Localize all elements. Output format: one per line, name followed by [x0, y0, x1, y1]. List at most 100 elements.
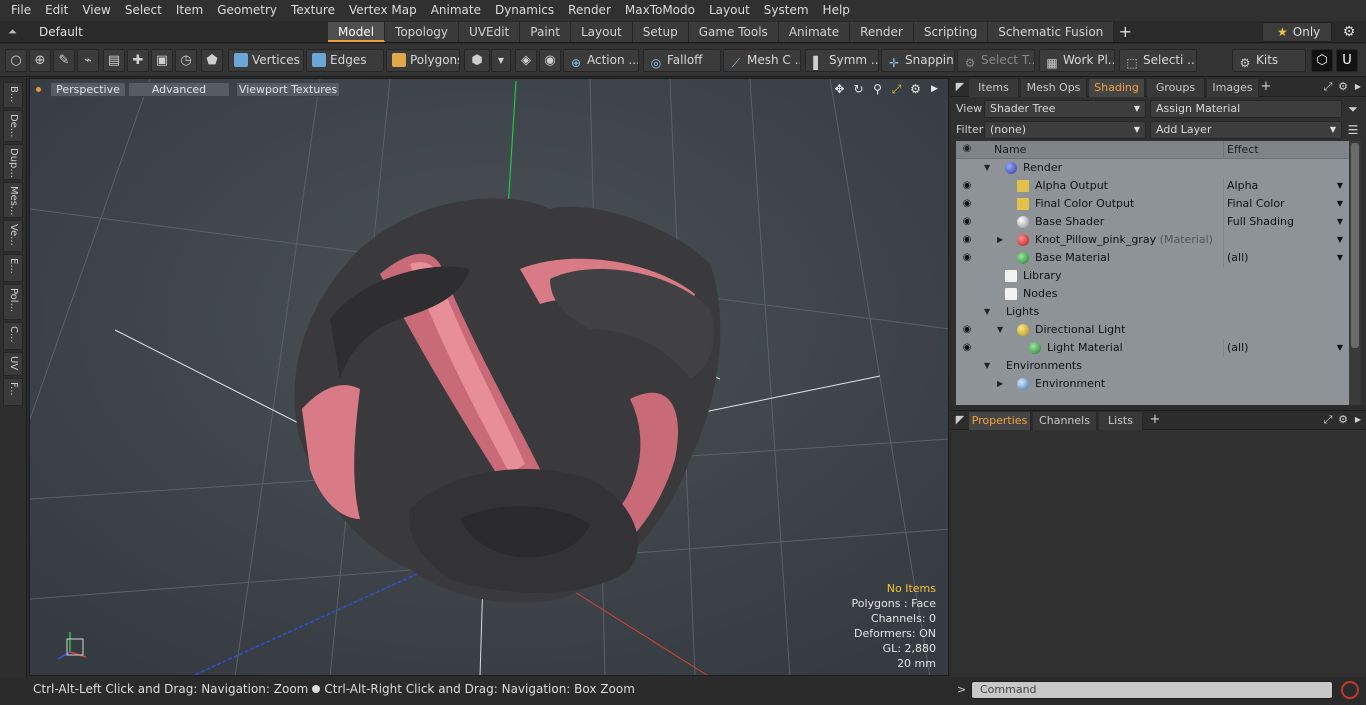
menu-system[interactable]: System [757, 0, 816, 21]
rotate-view-icon[interactable]: ↻ [849, 81, 868, 98]
menu-help[interactable]: Help [816, 0, 857, 21]
tab-groups[interactable]: Groups [1147, 79, 1205, 97]
tree-row-render[interactable]: ▼ Render [956, 159, 1349, 177]
effect-dropdown[interactable]: (all) ▼ [1223, 339, 1349, 357]
funnel-icon[interactable]: ⏷ [1346, 101, 1360, 117]
tab-properties[interactable]: Properties [969, 412, 1031, 430]
eye-icon[interactable]: ◉ [960, 215, 974, 229]
symmetry-button[interactable]: ▌ Symm ... [805, 49, 879, 72]
effect-dropdown[interactable]: (all) ▼ [1223, 249, 1349, 267]
vtab-deform[interactable]: De... [3, 110, 23, 142]
tab-shading[interactable]: Shading [1089, 79, 1145, 97]
menu-maxtomodo[interactable]: MaxToModo [618, 0, 702, 21]
viewport-textures-button[interactable]: Viewport Textures [236, 82, 340, 97]
vtab-curve[interactable]: C... [3, 322, 23, 350]
clock-icon[interactable]: ◷ [175, 49, 197, 72]
tab-mesh-ops[interactable]: Mesh Ops [1021, 79, 1087, 97]
item-mode-icon[interactable]: ⬢ [464, 49, 490, 72]
record-macro-icon[interactable] [1341, 681, 1359, 699]
tree-row-alpha-output[interactable]: ◉ Alpha Output Alpha ▼ [956, 177, 1349, 195]
snapping-button[interactable]: ✛Snapping [881, 49, 955, 72]
vtab-basic[interactable]: B... [3, 82, 23, 108]
edges-button[interactable]: Edges [306, 49, 384, 72]
effect-dropdown[interactable]: ▼ [1223, 231, 1349, 249]
chevron-down-icon[interactable]: ▼ [491, 49, 511, 72]
menu-geometry[interactable]: Geometry [210, 0, 284, 21]
maximize-view-icon[interactable]: ⤢ [887, 81, 906, 98]
tree-row-final-color-output[interactable]: ◉ Final Color Output Final Color ▼ [956, 195, 1349, 213]
tree-row-directional-light[interactable]: ◉ ▼ Directional Light [956, 321, 1349, 339]
polygons-button[interactable]: Polygons [386, 49, 460, 72]
vtab-polygon[interactable]: Pol... [3, 284, 23, 320]
menu-render[interactable]: Render [561, 0, 618, 21]
select-through-button[interactable]: ⚙ Select T... [957, 49, 1035, 72]
work-plane-button[interactable]: ▦ Work Pl... [1039, 49, 1115, 72]
eye-icon[interactable]: ◉ [960, 251, 974, 265]
tab-animate[interactable]: Animate [778, 22, 851, 42]
vtab-fusion[interactable]: F... [3, 378, 23, 406]
eye-icon[interactable]: ◉ [960, 179, 974, 193]
tree-row-base-material[interactable]: ◉ Base Material (all) ▼ [956, 249, 1349, 267]
tab-topology[interactable]: Topology [385, 22, 460, 42]
tab-layout[interactable]: Layout [570, 22, 633, 42]
pen-icon[interactable]: ✎ [53, 49, 75, 72]
expand-right-icon[interactable]: ▶ [997, 231, 1003, 249]
tab-uvedit[interactable]: UVEdit [459, 22, 521, 42]
tree-row-lights[interactable]: ▼ Lights [956, 303, 1349, 321]
only-button[interactable]: ★ Only [1262, 22, 1332, 42]
tab-channels[interactable]: Channels [1033, 412, 1097, 430]
panel-menu-icon[interactable]: ◤ [953, 80, 967, 94]
tree-row-library[interactable]: Library [956, 267, 1349, 285]
menu-texture[interactable]: Texture [284, 0, 342, 21]
tab-render[interactable]: Render [850, 22, 914, 42]
mesh-constraint-button[interactable]: ⟋ Mesh C ... [723, 49, 801, 72]
unreal-icon[interactable]: U [1336, 49, 1358, 72]
eye-icon[interactable]: ◉ [960, 341, 974, 355]
menu-vertex-map[interactable]: Vertex Map [342, 0, 424, 21]
tree-row-base-shader[interactable]: ◉ Base Shader Full Shading ▼ [956, 213, 1349, 231]
tree-row-nodes[interactable]: Nodes [956, 285, 1349, 303]
shader-tree-scrollbar[interactable] [1349, 141, 1361, 405]
frame-icon[interactable]: ▣ [151, 49, 173, 72]
collapse-up-icon[interactable]: ⏶ [8, 25, 20, 39]
tab-lists[interactable]: Lists [1099, 412, 1143, 430]
zoom-view-icon[interactable]: ⚲ [868, 81, 887, 98]
brush-icon[interactable]: ⌁ [77, 49, 99, 72]
tree-row-environment[interactable]: ▶ Environment [956, 375, 1349, 393]
add-tab-icon[interactable]: + [1114, 22, 1136, 42]
snap-sphere-icon[interactable]: ◈ [515, 49, 537, 72]
menu-animate[interactable]: Animate [424, 0, 488, 21]
assign-material-button[interactable]: Assign Material [1150, 100, 1342, 118]
panel-arrow-icon[interactable]: ▶ [1351, 80, 1365, 94]
tab-images[interactable]: Images [1207, 79, 1259, 97]
effect-dropdown[interactable]: Alpha ▼ [1223, 177, 1349, 195]
menu-edit[interactable]: Edit [38, 0, 75, 21]
tab-game-tools[interactable]: Game Tools [688, 22, 779, 42]
vertices-button[interactable]: Vertices [228, 49, 304, 72]
viewport-settings-icon[interactable]: ⚙ [906, 81, 925, 98]
view-dropdown[interactable]: Shader Tree ▼ [984, 100, 1146, 118]
snap-sphere2-icon[interactable]: ◉ [539, 49, 561, 72]
selection-sets-button[interactable]: ⬚ Selecti ... [1119, 49, 1197, 72]
filter-dropdown[interactable]: (none) ▼ [984, 121, 1146, 139]
effect-column-header[interactable]: Effect [1223, 141, 1349, 159]
name-column-header[interactable]: Name [994, 143, 1026, 156]
vtab-uv[interactable]: UV [3, 352, 23, 376]
expand-icon[interactable]: ▼ [997, 321, 1003, 339]
menu-layout[interactable]: Layout [702, 0, 757, 21]
menu-select[interactable]: Select [118, 0, 169, 21]
vtab-vertex[interactable]: Ve... [3, 220, 23, 252]
add-layer-dropdown[interactable]: Add Layer ▼ [1150, 121, 1342, 139]
tree-row-knot-pillow-material[interactable]: ◉ ▶ Knot_Pillow_pink_gray (Material) ▼ [956, 231, 1349, 249]
vtab-mesh-edit[interactable]: Mes... [3, 182, 23, 218]
options-icon[interactable]: ☰ [1346, 122, 1360, 138]
advanced-button[interactable]: Advanced [128, 82, 230, 97]
scrollbar-thumb[interactable] [1351, 143, 1359, 348]
panel-expand-icon[interactable]: ⤢ [1321, 413, 1335, 427]
viewport-menu-arrow-icon[interactable]: ▶ [925, 81, 944, 98]
unity-icon[interactable]: ⬡ [1311, 49, 1333, 72]
menu-dynamics[interactable]: Dynamics [488, 0, 561, 21]
tab-model[interactable]: Model [328, 22, 386, 42]
tab-setup[interactable]: Setup [632, 22, 689, 42]
eye-icon[interactable]: ◉ [960, 323, 974, 337]
